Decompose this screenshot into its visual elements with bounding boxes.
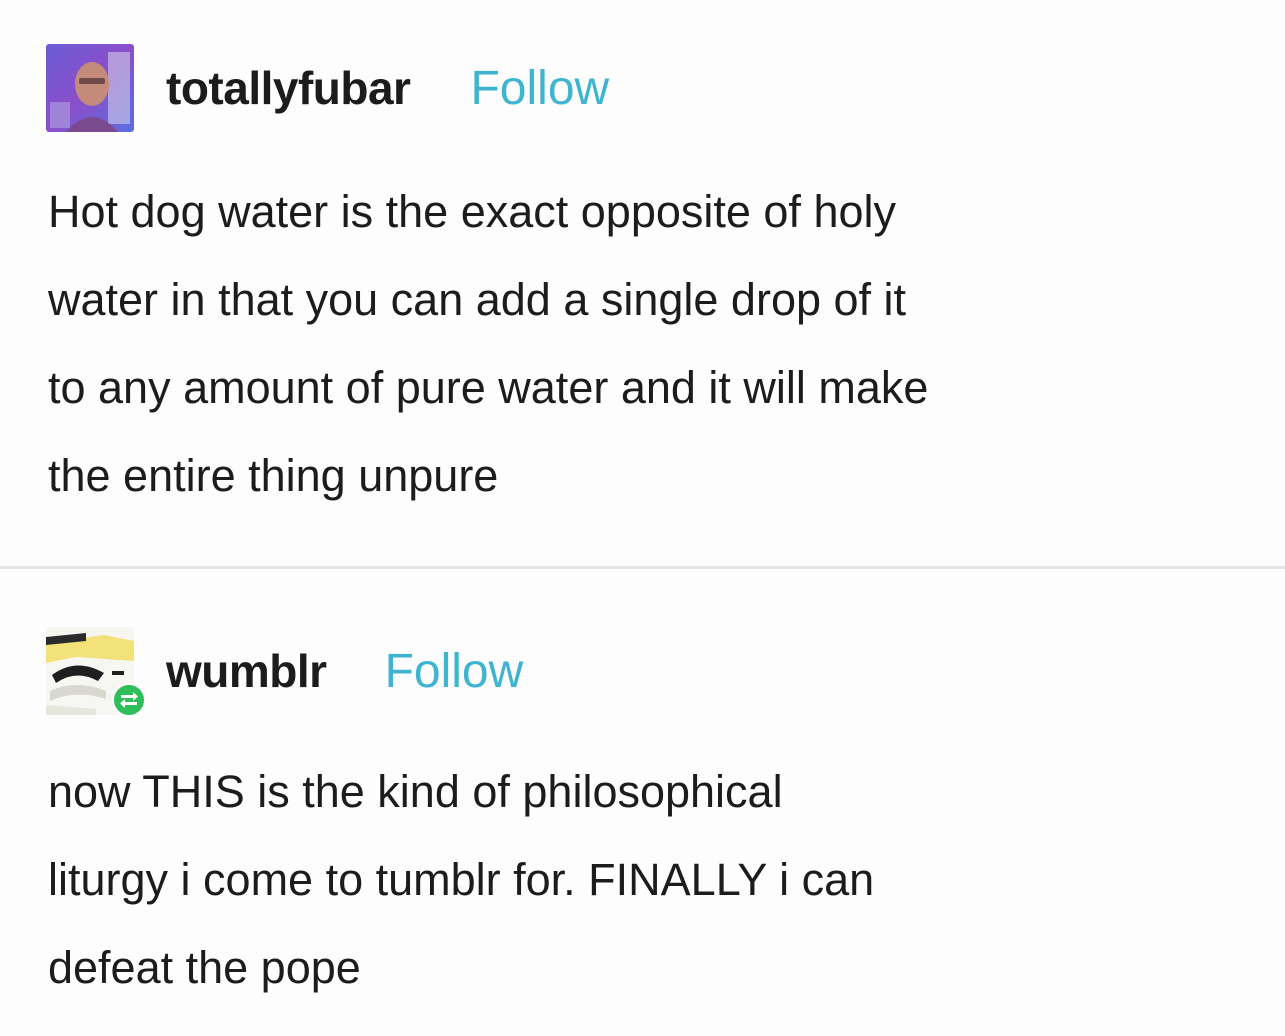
post-body-line: defeat the pope [48,942,361,993]
post-header: totallyfubar Follow [46,44,609,132]
post-body-line: now THIS is the kind of philosophical [48,766,783,817]
follow-button[interactable]: Follow [385,644,524,699]
post-body-line: the entire thing unpure [48,450,499,501]
post-divider [0,566,1285,569]
username[interactable]: totallyfubar [166,61,411,115]
post-body: now THIS is the kind of philosophical li… [48,748,874,1012]
post-header: wumblr Follow [46,626,524,717]
post-wumblr: wumblr Follow now THIS is the kind of ph… [0,570,1285,1036]
user-photo-avatar-icon [46,44,134,132]
post-body-line: to any amount of pure water and it will … [48,362,929,413]
avatar[interactable] [46,627,146,717]
post-body: Hot dog water is the exact opposite of h… [48,168,928,520]
username[interactable]: wumblr [166,644,327,698]
post-body-line: Hot dog water is the exact opposite of h… [48,186,896,237]
avatar[interactable] [46,44,134,132]
post-body-line: liturgy i come to tumblr for. FINALLY i … [48,854,875,905]
post-body-line: water in that you can add a single drop … [48,274,907,325]
reblog-icon [112,683,146,717]
post-totallyfubar: totallyfubar Follow Hot dog water is the… [0,0,1285,566]
follow-button[interactable]: Follow [470,61,609,116]
